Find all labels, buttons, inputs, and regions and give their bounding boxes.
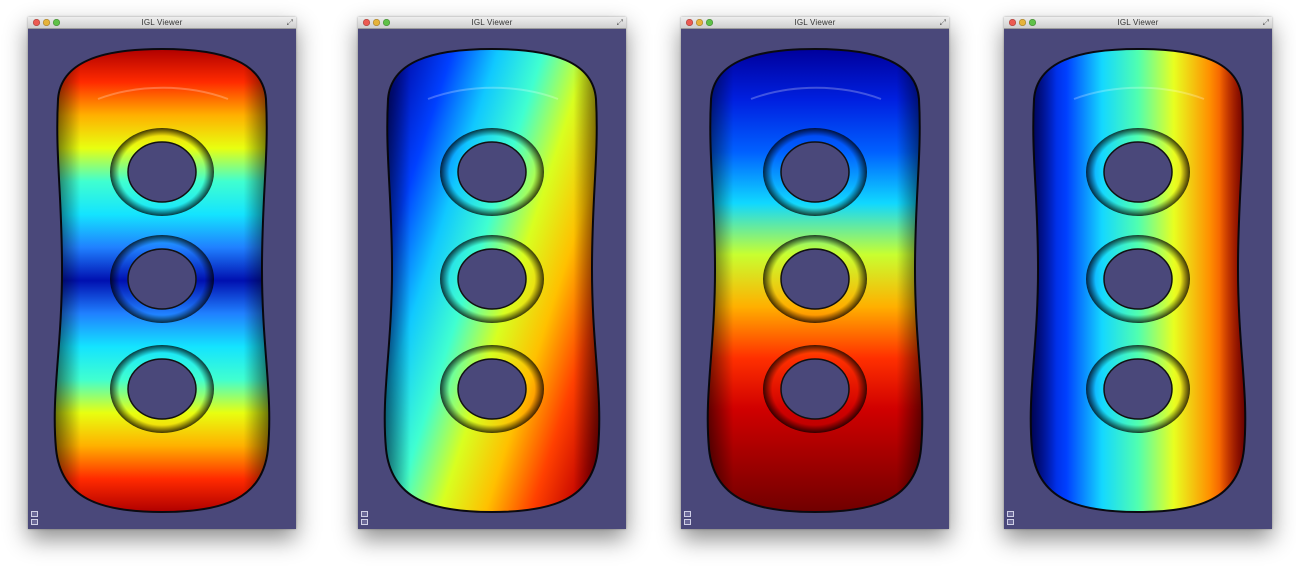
overlay-icon[interactable] <box>361 519 368 525</box>
viewer-window-2: IGL Viewer ⤢ <box>358 17 626 529</box>
overlay-icon[interactable] <box>684 519 691 525</box>
mesh-hole <box>457 141 527 203</box>
overlay-icon[interactable] <box>1007 519 1014 525</box>
window-title: IGL Viewer <box>1117 18 1159 27</box>
viewport[interactable] <box>358 29 626 529</box>
titlebar: IGL Viewer ⤢ <box>28 17 296 29</box>
viewport[interactable] <box>681 29 949 529</box>
mesh-render[interactable] <box>358 29 626 529</box>
overlay-icon[interactable] <box>684 511 691 517</box>
mesh-hole <box>1103 141 1173 203</box>
mesh-hole <box>1103 358 1173 420</box>
titlebar: IGL Viewer ⤢ <box>358 17 626 29</box>
viewer-window-4: IGL Viewer ⤢ <box>1004 17 1272 529</box>
overlay-icon[interactable] <box>31 511 38 517</box>
window-title: IGL Viewer <box>794 18 836 27</box>
mesh-render[interactable] <box>681 29 949 529</box>
viewer-window-3: IGL Viewer ⤢ <box>681 17 949 529</box>
corner-icons <box>31 509 39 525</box>
corner-icons <box>684 509 692 525</box>
mesh-hole <box>127 141 197 203</box>
mesh-hole <box>457 358 527 420</box>
window-title: IGL Viewer <box>141 18 183 27</box>
viewport[interactable] <box>1004 29 1272 529</box>
overlay-icon[interactable] <box>1007 511 1014 517</box>
mesh-render[interactable] <box>1004 29 1272 529</box>
window-title: IGL Viewer <box>471 18 513 27</box>
mesh-hole <box>457 248 527 310</box>
overlay-icon[interactable] <box>31 519 38 525</box>
mesh-hole <box>127 358 197 420</box>
mesh-hole <box>780 358 850 420</box>
fullscreen-icon[interactable]: ⤢ <box>940 18 946 27</box>
overlay-icon[interactable] <box>361 511 368 517</box>
titlebar: IGL Viewer ⤢ <box>1004 17 1272 29</box>
mesh-hole <box>1103 248 1173 310</box>
fullscreen-icon[interactable]: ⤢ <box>1263 18 1269 27</box>
mesh-hole <box>780 248 850 310</box>
mesh-hole <box>127 248 197 310</box>
mesh-render[interactable] <box>28 29 296 529</box>
corner-icons <box>361 509 369 525</box>
fullscreen-icon[interactable]: ⤢ <box>287 18 293 27</box>
titlebar: IGL Viewer ⤢ <box>681 17 949 29</box>
viewport[interactable] <box>28 29 296 529</box>
viewer-window-1: IGL Viewer ⤢ <box>28 17 296 529</box>
mesh-hole <box>780 141 850 203</box>
fullscreen-icon[interactable]: ⤢ <box>617 18 623 27</box>
corner-icons <box>1007 509 1015 525</box>
